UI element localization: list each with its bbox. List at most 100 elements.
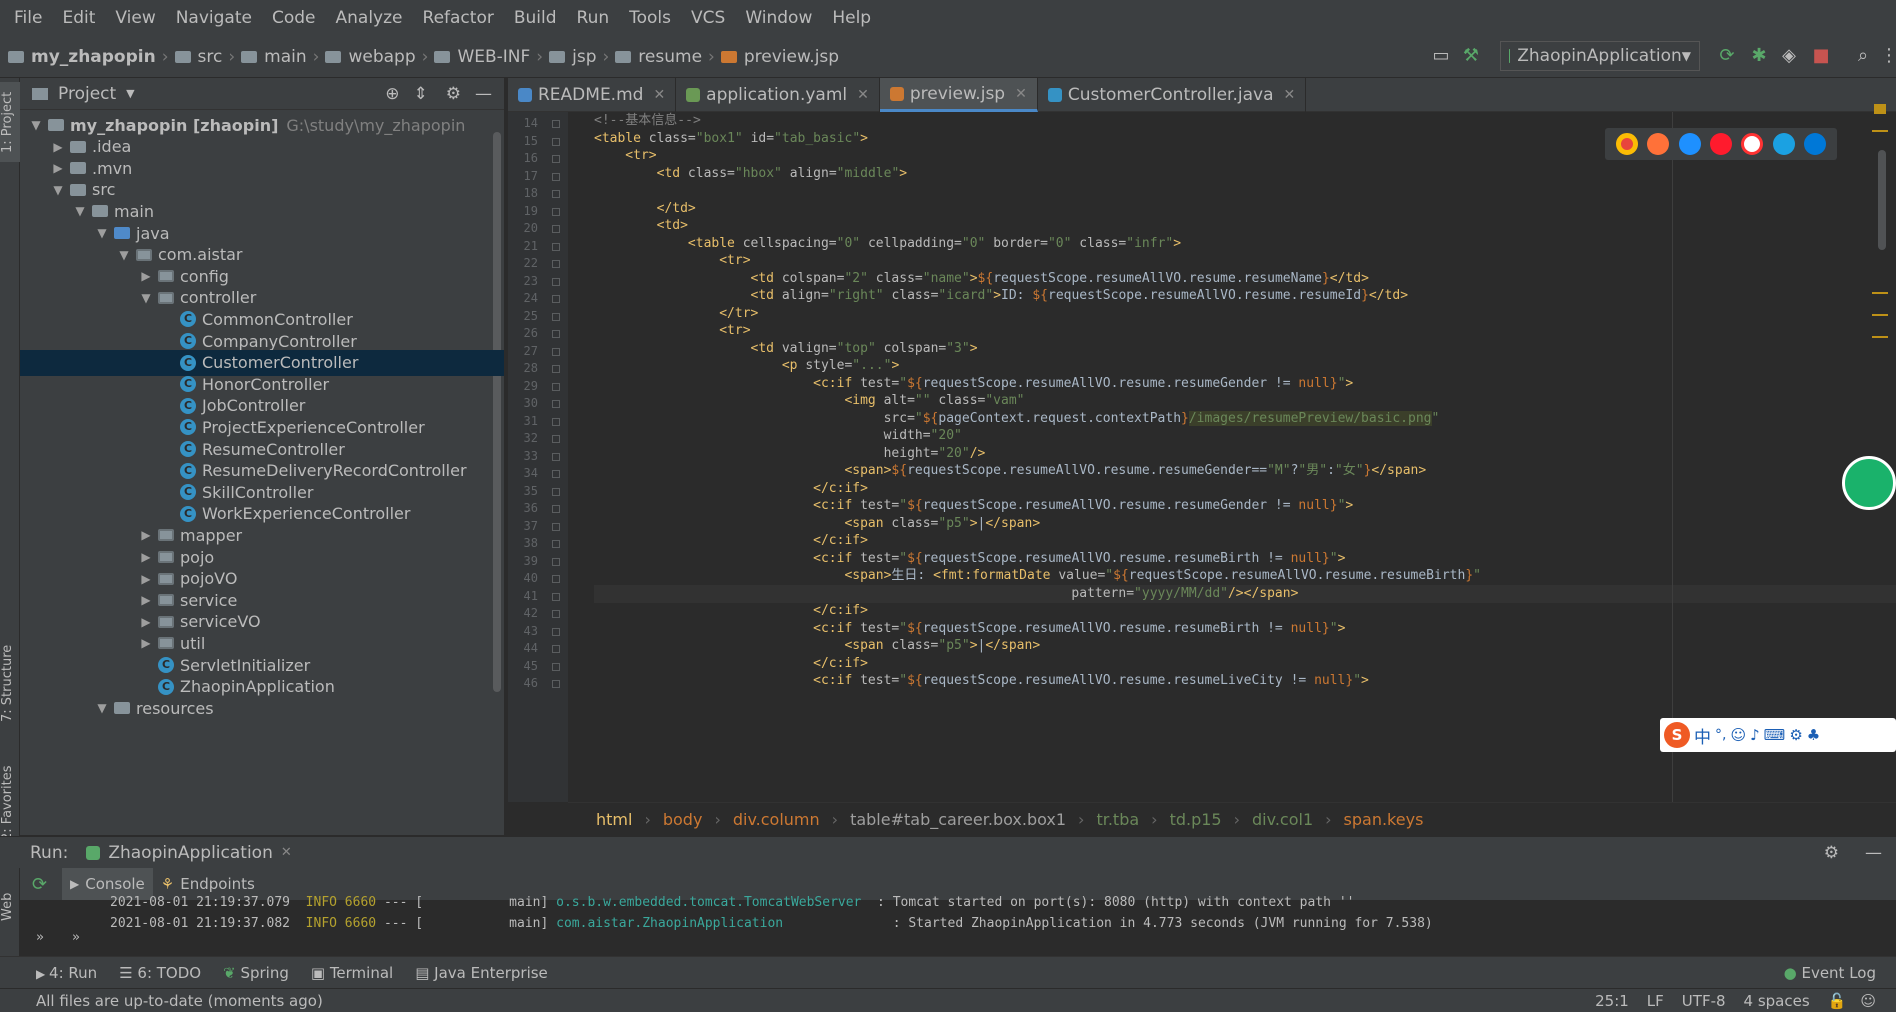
coverage-icon[interactable]: ◈ [1778,45,1800,67]
menu-help[interactable]: Help [822,0,881,36]
search-icon[interactable]: ⌕ [1852,45,1874,67]
menu-file[interactable]: File [4,0,52,36]
expand-arrow-icon[interactable]: ▼ [94,226,110,240]
close-icon[interactable]: ✕ [1015,86,1027,102]
ime-punctuation[interactable]: °, [1715,727,1726,743]
fold-marker-icon[interactable] [552,155,560,163]
menu-refactor[interactable]: Refactor [413,0,504,36]
fold-marker-icon[interactable] [552,575,560,583]
expand-arrow-icon[interactable]: ▼ [50,183,66,197]
breadcrumb-item[interactable]: main › [241,47,319,67]
breadcrumb-item[interactable]: WEB-INF › [434,47,543,67]
collapse-arrow-icon[interactable]: ▶ [138,572,154,586]
fold-marker-icon[interactable] [552,540,560,548]
web-tool-tab[interactable]: Web [0,882,20,932]
editor-tab-preview-jsp[interactable]: preview.jsp ✕ [879,78,1038,112]
collapse-all-icon[interactable]: ⇕ [414,84,428,104]
gear-icon[interactable]: ⚙ [1824,843,1839,863]
favorites-tool-tab[interactable]: 2: Favorites [0,758,20,848]
todo-tool-tab[interactable]: ☰ 6: TODO [119,964,201,982]
fold-marker-icon[interactable] [552,225,560,233]
fold-marker-icon[interactable] [552,365,560,373]
menu-build[interactable]: Build [504,0,567,36]
fold-marker-icon[interactable] [552,610,560,618]
debug-icon[interactable]: ✱ [1748,45,1770,67]
collapse-arrow-icon[interactable]: ▶ [50,161,66,175]
spring-tool-tab[interactable]: ❦ Spring [223,964,289,982]
close-icon[interactable]: ✕ [1284,87,1296,103]
skin-icon[interactable]: ♣ [1807,726,1820,744]
structure-breadcrumb-item[interactable]: div.column › [733,810,838,829]
collapse-arrow-icon[interactable]: ▶ [138,593,154,607]
menu-code[interactable]: Code [262,0,326,36]
menu-run[interactable]: Run [567,0,620,36]
run-configuration-select[interactable]: ZhaopinApplication ▼ [1500,41,1700,71]
close-icon[interactable]: ✕ [281,845,292,860]
breadcrumb-item[interactable]: my_zhapopin › [8,47,169,67]
structure-breadcrumb-item[interactable]: tr.tba › [1096,810,1157,829]
fold-marker-icon[interactable] [552,645,560,653]
keyboard-icon[interactable]: ⌨ [1764,726,1786,744]
fold-marker-icon[interactable] [552,470,560,478]
stop-icon[interactable]: ■ [1810,45,1832,67]
line-separator[interactable]: LF [1647,992,1664,1010]
code-editor[interactable]: <!--基本信息--> <table class="box1" id="tab_b… [568,112,1896,802]
fold-marker-icon[interactable] [552,137,560,146]
fold-marker-icon[interactable] [552,330,560,338]
expand-arrow-icon[interactable]: ▼ [116,248,132,262]
fold-marker-icon[interactable] [552,120,560,128]
inspector-icon[interactable]: ☺ [1860,992,1876,1010]
file-encoding[interactable]: UTF-8 [1682,992,1726,1010]
console-output[interactable]: » » 2021-08-01 21:19:37.079 INFO 6660 --… [20,895,1896,956]
caret-position[interactable]: 25:1 [1595,992,1629,1010]
project-tool-tab[interactable]: 1: Project [0,82,20,162]
emoji-icon[interactable]: ☺ [1730,726,1746,744]
fold-marker-icon[interactable] [552,347,560,356]
yandex-icon[interactable] [1741,133,1764,155]
run-tool-tab[interactable]: ▶ 4: Run [36,964,97,982]
expand-icon[interactable]: » [36,930,44,945]
fold-marker-icon[interactable] [552,522,560,531]
close-icon[interactable]: ✕ [857,87,869,103]
expand-arrow-icon[interactable]: ▼ [94,701,110,715]
change-marker[interactable] [1872,292,1888,294]
fold-marker-icon[interactable] [552,382,560,391]
ime-mode[interactable]: 中 [1694,723,1711,748]
structure-breadcrumb-item[interactable]: span.keys [1344,810,1424,829]
firefox-icon[interactable] [1647,133,1670,155]
collapse-arrow-icon[interactable]: ▶ [138,636,154,650]
fold-marker-icon[interactable] [552,680,560,688]
project-view-selector[interactable]: Project [58,84,116,104]
rerun-icon[interactable]: ⟳ [1716,45,1738,67]
editor-tab-application-yaml[interactable]: application.yaml ✕ [676,78,880,112]
fold-marker-icon[interactable] [552,662,560,671]
wifi-widget-icon[interactable] [1842,456,1896,510]
minimize-icon[interactable]: — [1865,843,1882,863]
fold-marker-icon[interactable] [552,505,560,513]
structure-tool-tab[interactable]: 7: Structure [0,638,20,728]
structure-breadcrumb-item[interactable]: body › [663,810,721,829]
collapse-arrow-icon[interactable]: ▶ [138,528,154,542]
fold-marker-icon[interactable] [552,260,560,268]
rerun-icon[interactable]: ⟳ [32,874,47,895]
fold-marker-icon[interactable] [552,400,560,408]
fold-marker-icon[interactable] [552,207,560,216]
expand-arrow-icon[interactable]: ▼ [28,118,44,132]
fold-marker-icon[interactable] [552,277,560,286]
editor-scrollbar[interactable] [1878,150,1886,250]
fold-marker-icon[interactable] [552,172,560,181]
breadcrumb-item[interactable]: jsp › [549,47,609,67]
expand-arrow-icon[interactable]: ▼ [72,204,88,218]
minimize-icon[interactable]: — [475,84,492,104]
indent-setting[interactable]: 4 spaces [1744,992,1810,1010]
change-marker[interactable] [1872,336,1888,338]
java-enterprise-tool-tab[interactable]: ▤ Java Enterprise [415,964,548,982]
lock-icon[interactable]: 🔓 [1828,992,1847,1010]
fold-marker-icon[interactable] [552,242,560,251]
tools-icon[interactable]: ⚙ [1789,726,1802,744]
fold-marker-icon[interactable] [552,435,560,443]
close-icon[interactable]: ✕ [653,87,665,103]
structure-breadcrumb-item[interactable]: html › [596,810,651,829]
event-log-tab[interactable]: ● Event Log [1784,964,1876,982]
fold-marker-icon[interactable] [552,417,560,426]
